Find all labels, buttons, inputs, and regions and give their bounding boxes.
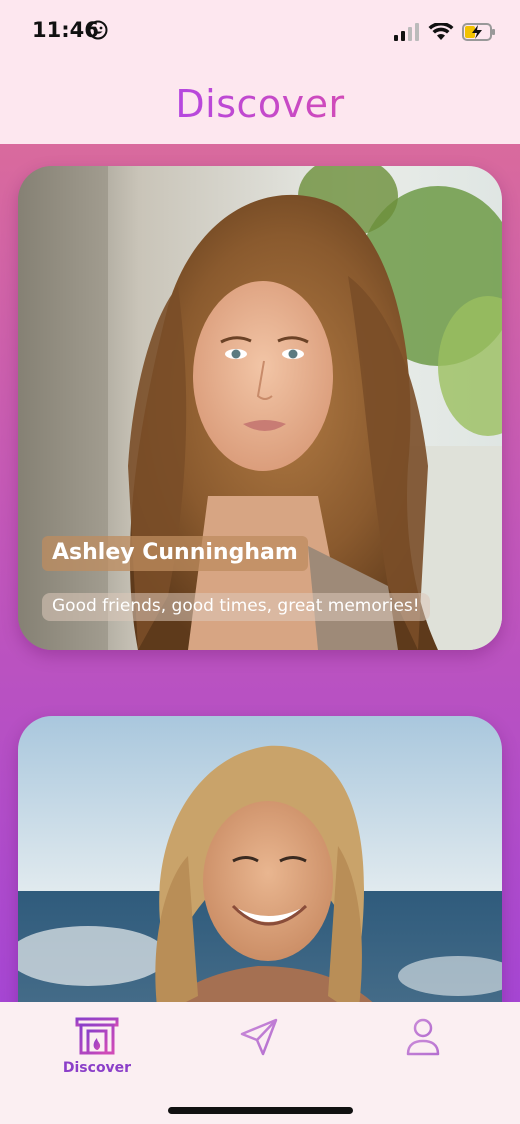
- profile-card[interactable]: Ashley Cunningham Good friends, good tim…: [18, 166, 502, 650]
- signal-bars-icon: [394, 23, 419, 41]
- header: Discover: [0, 64, 520, 144]
- tab-bar: Discover: [0, 1002, 520, 1124]
- send-icon: [240, 1018, 278, 1056]
- fireplace-icon: [75, 1017, 119, 1056]
- tab-discover-label: Discover: [62, 1060, 132, 1076]
- smiley-icon: [88, 20, 108, 40]
- person-icon: [406, 1018, 440, 1056]
- profile-card[interactable]: [18, 716, 502, 1002]
- profile-photo: [18, 716, 502, 1002]
- status-bar: 11:46: [0, 0, 520, 64]
- discover-feed[interactable]: Ashley Cunningham Good friends, good tim…: [0, 144, 520, 1002]
- tab-discover[interactable]: Discover: [47, 1016, 147, 1086]
- profile-name: Ashley Cunningham: [42, 536, 308, 571]
- battery-charging-icon: [462, 23, 495, 41]
- wifi-icon: [428, 23, 454, 40]
- profile-bio: Good friends, good times, great memories…: [42, 593, 430, 621]
- profile-photo: [18, 166, 502, 650]
- tab-profile[interactable]: [373, 1016, 473, 1086]
- status-indicators: [394, 20, 496, 44]
- tab-messages[interactable]: [209, 1016, 309, 1086]
- page-title: Discover: [175, 82, 345, 126]
- home-indicator[interactable]: [168, 1107, 353, 1114]
